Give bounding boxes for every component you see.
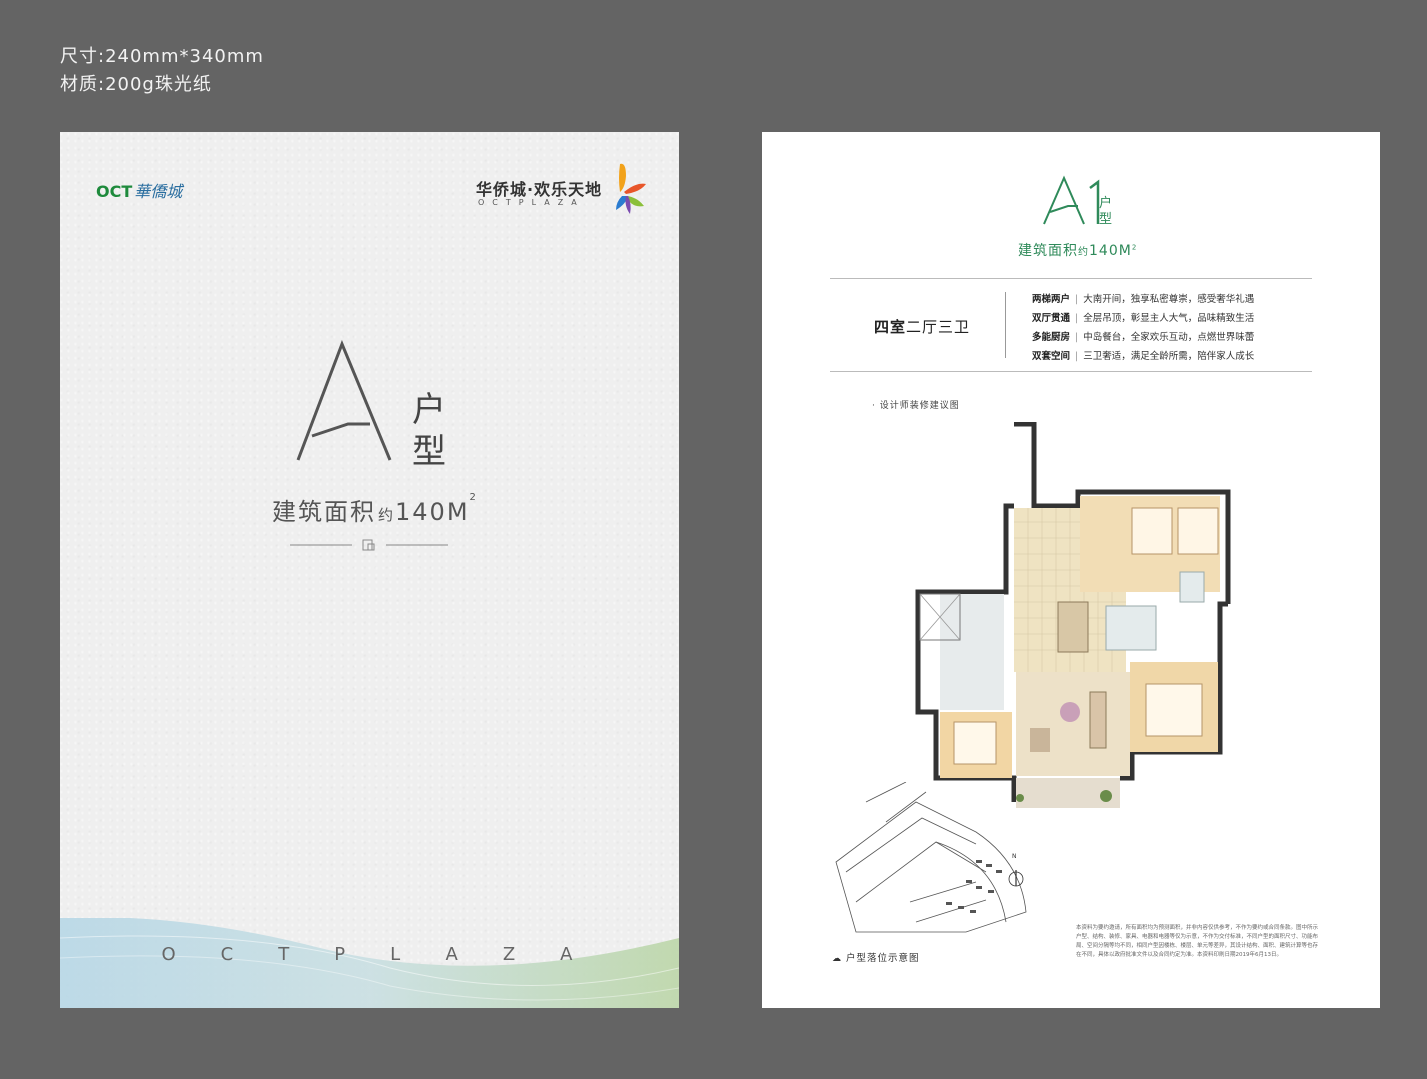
vertical-rule — [1005, 292, 1006, 358]
disclaimer-text: 本资料为要约邀请，所有面积均为预测面积，并非内容仅供参考，不作为要约或合同条款。… — [1076, 925, 1319, 958]
area-sup: 2 — [469, 492, 478, 503]
site-caption: ☁ 户型落位示意图 — [832, 950, 920, 964]
building-area-right: 建筑面积约140M2 — [1018, 240, 1137, 260]
cloud-icon: ☁ — [832, 954, 842, 964]
plan-caption: · 设计师装修建议图 — [872, 401, 960, 411]
feature-item: 多能厨房 | 中岛餐台，全家欢乐互动，点燃世界味蕾 — [1032, 332, 1255, 343]
oct-logo-script: 華僑城 — [134, 182, 183, 201]
rooms-rest: 二厅三卫 — [906, 318, 971, 336]
feature-item: 两梯两户 | 大南开间，独享私密尊崇，感受奢华礼遇 — [1032, 294, 1255, 305]
petal-logo-icon — [616, 163, 646, 214]
spec-material: 材质:200g珠光纸 — [60, 74, 212, 95]
unit-type-char-xing: 型 — [412, 432, 446, 472]
area-value-right: 140M — [1089, 243, 1132, 259]
feature-item: 双套空间 | 三卫奢适，满足全龄所需，陪伴家人成长 — [1032, 351, 1255, 362]
north-label: N — [1012, 853, 1017, 860]
rule-top — [830, 278, 1312, 279]
site-caption-text: 户型落位示意图 — [846, 953, 920, 964]
feature-item: 双厅贯通 | 全层吊顶，彰显主人大气，品味精致生活 — [1032, 313, 1255, 324]
octplaza-logo-cn: 华侨城·欢乐天地 — [476, 180, 603, 199]
octplaza-logo: 华侨城·欢乐天地 OCTPLAZA — [476, 163, 646, 216]
site-location-diagram — [835, 782, 1027, 933]
rule-bottom — [830, 371, 1312, 372]
big-letter-a: A — [290, 340, 392, 461]
area-value: 140M — [395, 498, 470, 526]
room-layout: 四室二厅三卫 — [874, 316, 970, 337]
svg-text:A: A — [290, 340, 291, 341]
bottom-wordmark: OCTPLAZA — [161, 944, 618, 965]
octplaza-logo-en: OCTPLAZA — [478, 198, 585, 207]
ornament-divider — [290, 539, 448, 551]
svg-text:A1: A1 — [1040, 174, 1042, 175]
spec-size: 尺寸:240mm*340mm — [60, 46, 264, 67]
building-area: 建筑面积 约140M2 — [272, 492, 478, 527]
area-approx: 约 — [378, 506, 394, 524]
feature-list: 两梯两户 | 大南开间，独享私密尊崇，感受奢华礼遇 双厅贯通 | 全层吊顶，彰显主人大气… — [1032, 290, 1322, 366]
area-approx-right: 约 — [1078, 247, 1089, 258]
cover-sheet: OCT 華僑城 华侨城·欢乐天地 OCTPLAZA A 户 型 建筑面积 约140M… — [60, 132, 679, 1008]
unit-type-char-xing-right: 型 — [1099, 212, 1113, 227]
rooms-bold: 四室 — [874, 318, 907, 336]
oct-logo-text: OCT — [96, 182, 133, 201]
area-prefix: 建筑面积 — [272, 498, 376, 526]
oct-logo: OCT 華僑城 — [96, 178, 182, 202]
plan-sheet: A1 户 型 建筑面积约140M2 四室二厅三卫 两梯两户 | 大南开间，独享私密尊… — [762, 132, 1380, 1008]
north-arrow-icon — [1008, 870, 1024, 887]
area-prefix-right: 建筑面积 — [1018, 243, 1078, 259]
area-sup-right: 2 — [1131, 243, 1138, 252]
floor-plan-illustration — [915, 422, 1231, 808]
